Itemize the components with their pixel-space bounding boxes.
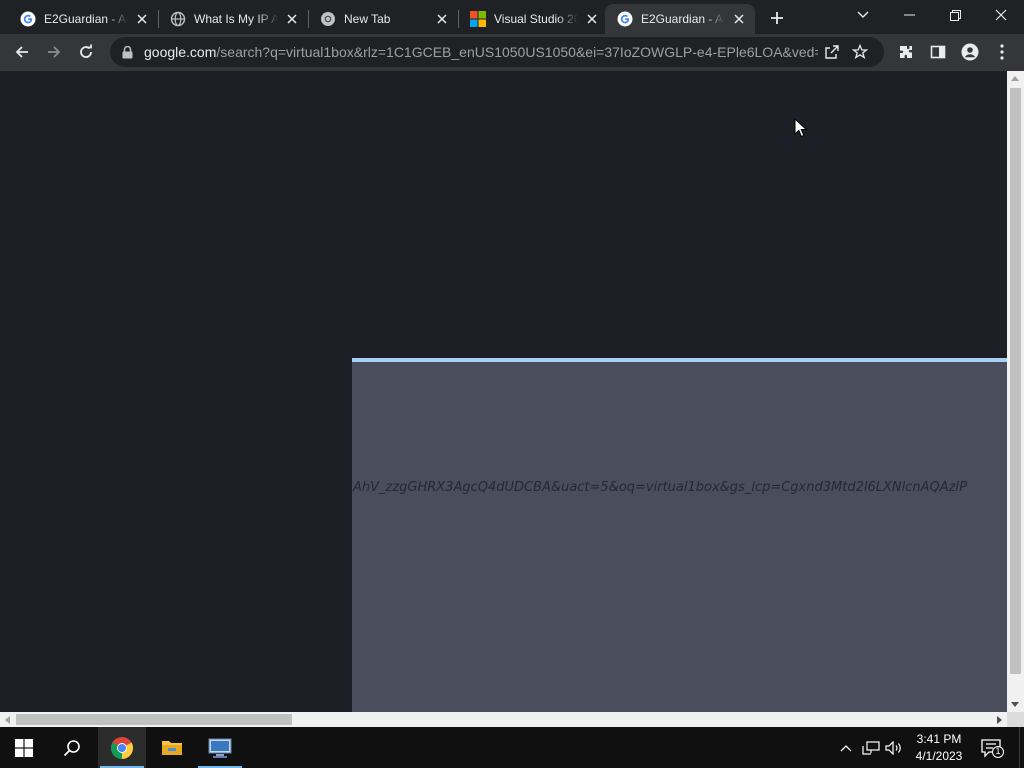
taskbar-file-explorer-button[interactable] [148, 727, 196, 768]
taskbar-search-button[interactable] [48, 727, 96, 768]
close-icon[interactable] [284, 11, 300, 27]
reload-button[interactable] [72, 38, 100, 66]
start-icon [15, 738, 33, 757]
horizontal-scrollbar[interactable] [0, 712, 1007, 727]
side-panel-icon [930, 45, 946, 59]
network-tray-button[interactable] [861, 738, 881, 758]
url-text[interactable]: google.com/search?q=virtual1box&rlz=1C1G… [144, 44, 818, 60]
scroll-up-icon[interactable] [1011, 76, 1019, 81]
url-host: google.com [144, 44, 217, 60]
chevron-up-icon [840, 745, 852, 752]
close-icon[interactable] [731, 11, 747, 27]
reload-icon [80, 44, 92, 58]
content-panel: AhV_zzgGHRX3AgcQ4dUDCBA&uact=5&oq=virtua… [352, 358, 1007, 712]
close-window-button[interactable] [978, 0, 1024, 30]
scroll-down-icon[interactable] [1011, 702, 1019, 707]
restore-button[interactable] [932, 0, 978, 30]
file-explorer-icon [162, 740, 182, 755]
taskbar-clock[interactable]: 3:41 PM 4/1/2023 [908, 731, 970, 765]
clock-time: 3:41 PM [916, 732, 962, 746]
url-path: /search?q=virtual1box&rlz=1C1GCEB_enUS10… [216, 44, 818, 60]
lock-icon[interactable] [120, 45, 134, 59]
address-bar[interactable]: google.com/search?q=virtual1box&rlz=1C1G… [110, 37, 884, 67]
scroll-right-icon[interactable] [997, 716, 1002, 724]
tab-title: New Tab [344, 12, 391, 26]
windows-taskbar: 3:41 PM 4/1/2023 1 [0, 727, 1024, 768]
page-viewport[interactable]: AhV_zzgGHRX3AgcQ4dUDCBA&uact=5&oq=virtua… [0, 71, 1007, 712]
tab-new-tab[interactable]: New Tab [308, 4, 458, 34]
volume-tray-button[interactable] [884, 738, 904, 758]
vertical-scrollbar[interactable] [1007, 71, 1024, 712]
action-center-button[interactable]: 1 [980, 738, 1004, 758]
tab-e2guardian-1[interactable]: E2Guardian - Ac [8, 4, 158, 34]
restore-icon [949, 9, 961, 21]
taskbar-remote-desktop-button[interactable] [196, 727, 244, 768]
network-icon [862, 741, 880, 755]
tab-title: E2Guardian - Ac [44, 12, 128, 26]
tab-what-is-my-ip[interactable]: What Is My IP A [158, 4, 308, 34]
forward-button[interactable] [40, 38, 68, 66]
horizontal-scroll-thumb[interactable] [16, 714, 292, 725]
puzzle-icon [900, 46, 912, 58]
globe-icon [170, 11, 186, 27]
search-icon [63, 739, 80, 756]
chrome-icon [111, 736, 133, 759]
new-tab-button[interactable] [766, 7, 788, 29]
close-icon[interactable] [134, 11, 150, 27]
close-icon [995, 9, 1007, 21]
chrome-icon [320, 11, 336, 27]
close-icon[interactable] [584, 11, 600, 27]
arrow-right-icon [48, 46, 61, 58]
share-icon[interactable] [818, 38, 846, 66]
profile-button[interactable] [956, 38, 984, 66]
notification-count: 1 [995, 746, 1001, 756]
minimize-button[interactable] [886, 0, 932, 30]
tab-visual-studio[interactable]: Visual Studio 20 [458, 4, 608, 34]
scroll-left-icon[interactable] [5, 716, 10, 724]
tab-search-button[interactable] [840, 0, 886, 30]
tab-title: What Is My IP A [194, 12, 278, 26]
google-icon [617, 11, 633, 27]
menu-button[interactable] [988, 38, 1016, 66]
show-desktop-button[interactable] [1019, 727, 1020, 768]
tab-e2guardian-active[interactable]: E2Guardian - Ac [605, 4, 755, 34]
mouse-cursor-icon [794, 118, 808, 138]
tab-title: E2Guardian - Ac [641, 12, 725, 26]
tab-title: Visual Studio 20 [494, 12, 578, 26]
extensions-button[interactable] [892, 38, 920, 66]
browser-toolbar: google.com/search?q=virtual1box&rlz=1C1G… [0, 34, 1024, 71]
back-button[interactable] [8, 38, 36, 66]
minimize-icon [903, 14, 915, 16]
panel-accent-bar [352, 358, 1007, 362]
star-icon[interactable] [846, 38, 874, 66]
arrow-left-icon [15, 46, 28, 58]
vertical-scroll-thumb[interactable] [1010, 88, 1021, 674]
google-icon [20, 11, 36, 27]
show-hidden-icons-button[interactable] [836, 738, 856, 758]
microsoft-icon [470, 11, 486, 27]
scroll-corner [1007, 712, 1024, 727]
kebab-menu-icon [1000, 44, 1004, 60]
start-button[interactable] [0, 727, 48, 768]
plus-icon [771, 12, 783, 24]
side-panel-button[interactable] [924, 38, 952, 66]
close-icon[interactable] [434, 11, 450, 27]
clock-date: 4/1/2023 [915, 749, 963, 763]
taskbar-chrome-button[interactable] [98, 727, 146, 768]
chevron-down-icon [857, 11, 869, 18]
profile-icon [961, 43, 979, 61]
panel-url-fragment-text: AhV_zzgGHRX3AgcQ4dUDCBA&uact=5&oq=virtua… [353, 480, 968, 495]
remote-desktop-icon [208, 738, 232, 758]
speaker-icon [885, 741, 901, 755]
tab-strip: E2Guardian - Ac What Is My IP A New Tab … [0, 0, 1024, 34]
